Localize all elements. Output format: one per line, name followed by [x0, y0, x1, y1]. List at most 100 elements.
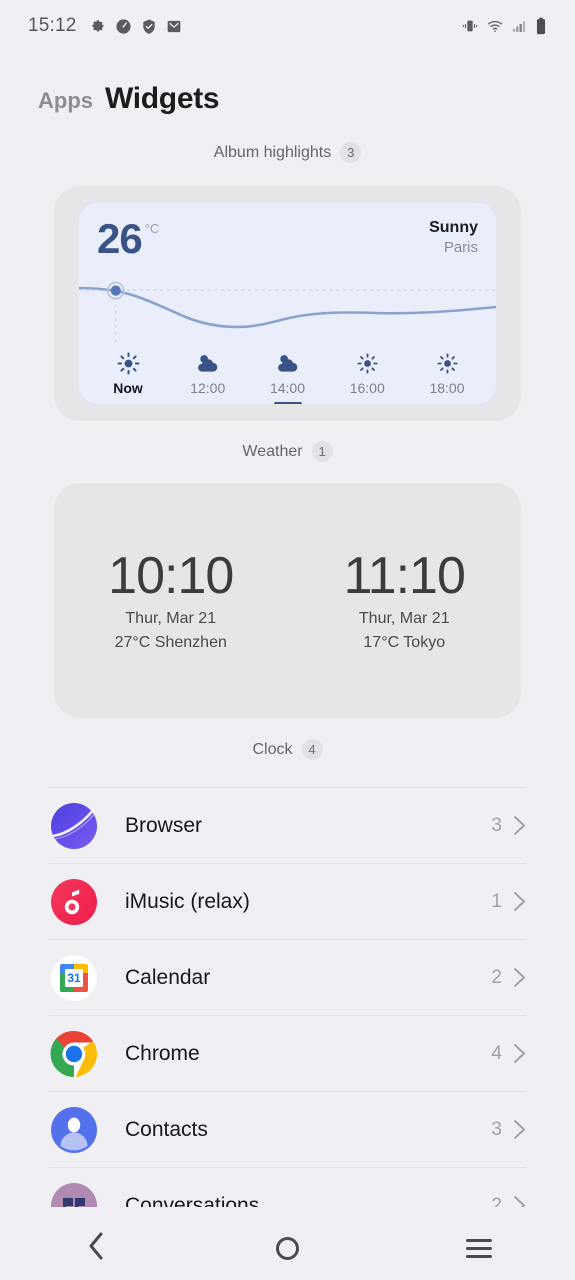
section-label: Weather	[242, 442, 303, 460]
weather-city: Paris	[443, 239, 478, 256]
calendar-icon: 31	[49, 953, 99, 1003]
circle-icon	[276, 1236, 299, 1260]
weather-summary: 26 °C Sunny Paris	[97, 215, 478, 262]
weather-hour-label: 12:00	[190, 380, 226, 396]
section-count-badge: 1	[311, 441, 333, 462]
section-count-badge: 4	[301, 739, 323, 760]
app-widget-count: 2	[491, 966, 502, 988]
section-caption-album-highlights[interactable]: Album highlights 3	[0, 142, 575, 163]
app-name: Chrome	[125, 1041, 200, 1065]
chevron-right-icon	[513, 1119, 526, 1140]
speedometer-icon	[115, 18, 131, 34]
weather-temperature-value: 26	[97, 215, 143, 262]
weather-widget[interactable]: 26 °C Sunny Paris Now 12:00 14:00 16:00 …	[79, 203, 496, 404]
list-item-partial-wrapper: Conversations 2	[49, 1167, 526, 1207]
vibrate-icon	[462, 20, 478, 32]
weather-hour-1800[interactable]: 18:00	[416, 350, 478, 396]
list-item[interactable]: Contacts 3	[49, 1091, 526, 1167]
list-item[interactable]: iMusic (relax) 1	[49, 863, 526, 939]
clock-time: 10:10	[108, 546, 234, 605]
battery-icon	[536, 17, 546, 35]
weather-condition: Sunny	[429, 219, 478, 236]
weather-temperature-chart	[79, 281, 496, 343]
nav-recents-button[interactable]	[383, 1238, 575, 1258]
weather-hour-selected-indicator	[273, 402, 302, 404]
weather-temperature-unit: °C	[144, 221, 160, 236]
app-name: iMusic (relax)	[125, 889, 250, 913]
section-caption-weather[interactable]: Weather 1	[0, 441, 575, 462]
clock-date: Thur, Mar 21	[125, 610, 217, 628]
list-item[interactable]: Conversations 2	[49, 1167, 526, 1207]
status-bar-clock: 15:12	[28, 15, 77, 36]
clock-widget[interactable]: 10:10 Thur, Mar 21 27°C Shenzhen 11:10 T…	[54, 483, 521, 718]
chrome-icon	[49, 1029, 99, 1079]
imusic-icon	[49, 877, 99, 927]
gear-icon	[91, 19, 104, 31]
sun-cloud-icon	[195, 350, 220, 376]
sun-icon	[117, 350, 140, 376]
app-name: Calendar	[125, 965, 211, 989]
sun-cloud-icon	[275, 350, 300, 376]
app-widget-count: 3	[491, 814, 502, 836]
section-label: Clock	[252, 740, 293, 758]
signal-icon	[512, 21, 526, 32]
sun-icon	[436, 350, 458, 376]
navigation-bar	[0, 1216, 575, 1280]
weather-condition-block: Sunny Paris	[429, 219, 478, 256]
status-bar-system-icons	[461, 17, 547, 35]
list-item[interactable]: Chrome 4	[49, 1015, 526, 1091]
weather-hour-now[interactable]: Now	[97, 350, 159, 396]
conversations-icon	[49, 1181, 99, 1207]
wifi-icon	[488, 20, 502, 32]
sun-icon	[357, 350, 378, 376]
mail-icon	[167, 20, 180, 32]
clock-time: 11:10	[343, 546, 466, 605]
clock-weather: 17°C Tokyo	[363, 634, 446, 652]
weather-temperature: 26 °C	[97, 215, 160, 262]
nav-home-button[interactable]	[192, 1236, 384, 1260]
weather-hour-1600[interactable]: 16:00	[336, 350, 398, 396]
svg-text:31: 31	[67, 971, 81, 985]
clock-entry-tokyo[interactable]: 11:10 Thur, Mar 21 17°C Tokyo	[288, 549, 522, 653]
section-label: Album highlights	[213, 143, 332, 161]
chevron-right-icon	[513, 1043, 526, 1064]
status-bar: 15:12	[0, 0, 575, 52]
weather-widget-card[interactable]: 26 °C Sunny Paris Now 12:00 14:00 16:00 …	[54, 186, 521, 421]
clock-widget-card[interactable]: 10:10 Thur, Mar 21 27°C Shenzhen 11:10 T…	[54, 483, 521, 718]
tab-apps[interactable]: Apps	[38, 88, 93, 114]
contacts-icon	[49, 1105, 99, 1155]
list-item[interactable]: Browser 3	[49, 787, 526, 863]
page-title: Apps Widgets	[0, 52, 575, 116]
section-count-badge: 3	[340, 142, 362, 163]
app-list: Browser 3 iMusic (relax) 1 31 Calendar 2…	[49, 787, 526, 1207]
weather-hour-label: 16:00	[349, 380, 385, 396]
app-widget-count: 1	[491, 890, 502, 912]
nav-back-button[interactable]	[0, 1230, 192, 1267]
chevron-right-icon	[513, 1195, 526, 1207]
weather-hour-1400[interactable]: 14:00	[257, 350, 319, 404]
section-caption-clock[interactable]: Clock 4	[0, 739, 575, 760]
chevron-right-icon	[513, 815, 526, 836]
tab-widgets[interactable]: Widgets	[105, 82, 220, 116]
weather-hour-label: 14:00	[269, 380, 306, 396]
chevron-right-icon	[513, 891, 526, 912]
clock-weather: 27°C Shenzhen	[114, 634, 227, 652]
browser-icon	[49, 801, 99, 851]
weather-hour-1200[interactable]: 12:00	[177, 350, 239, 396]
hamburger-icon	[466, 1238, 493, 1258]
weather-hour-label: 18:00	[429, 380, 465, 396]
app-name: Contacts	[125, 1117, 208, 1141]
app-name: Browser	[125, 813, 203, 837]
clock-entry-shenzhen[interactable]: 10:10 Thur, Mar 21 27°C Shenzhen	[54, 549, 288, 653]
status-bar-notification-icons	[89, 18, 182, 35]
app-name: Conversations	[125, 1193, 260, 1208]
app-widget-count: 2	[491, 1194, 502, 1208]
app-widget-count: 3	[491, 1118, 502, 1140]
widgets-screen: 15:12 Apps Widgets Album highlights 3 26…	[0, 0, 575, 1280]
weather-hour-label: Now	[113, 380, 143, 396]
app-widget-count: 4	[491, 1042, 502, 1064]
list-item[interactable]: 31 Calendar 2	[49, 939, 526, 1015]
shield-check-icon	[142, 19, 155, 34]
chevron-left-icon	[85, 1230, 107, 1267]
weather-hourly-forecast: Now 12:00 14:00 16:00 18:00	[97, 350, 478, 404]
